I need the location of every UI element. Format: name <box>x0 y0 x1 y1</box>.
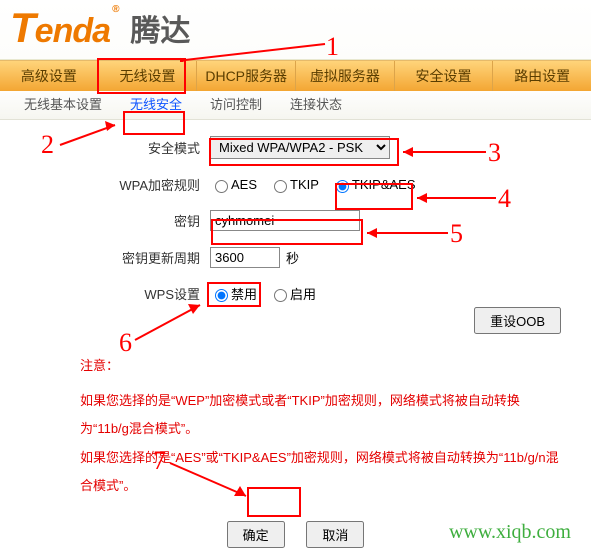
renew-unit: 秒 <box>286 248 299 267</box>
key-input[interactable] <box>210 210 360 231</box>
sub-nav: 无线基本设置 无线安全 访问控制 连接状态 <box>0 91 591 120</box>
ok-button[interactable]: 确定 <box>227 521 285 548</box>
subnav-status[interactable]: 连接状态 <box>276 91 356 119</box>
subnav-access[interactable]: 访问控制 <box>196 91 276 119</box>
notes-p1: 如果您选择的是“WEP”加密模式或者“TKIP”加密规则，网络模式将被自动转换为… <box>80 387 563 444</box>
wps-disable[interactable]: 禁用 <box>210 284 257 303</box>
security-mode-select[interactable]: Mixed WPA/WPA2 - PSK <box>210 136 390 159</box>
cancel-button[interactable]: 取消 <box>306 521 364 548</box>
nav-security[interactable]: 安全设置 <box>395 61 494 91</box>
wpa-aes[interactable]: AES <box>210 177 257 193</box>
wpa-rule-group: AES TKIP TKIP&AES <box>210 177 424 193</box>
wps-group: 禁用 启用 <box>210 284 324 303</box>
wpa-tkipaes[interactable]: TKIP&AES <box>331 177 416 193</box>
logo: Tenda® 腾达 <box>10 4 591 52</box>
nav-virtual-server[interactable]: 虚拟服务器 <box>296 61 395 91</box>
nav-routing[interactable]: 路由设置 <box>493 61 591 91</box>
nav-advanced[interactable]: 高级设置 <box>0 61 99 91</box>
wpa-tkip[interactable]: TKIP <box>269 177 319 193</box>
logo-text: Tenda® <box>10 4 118 52</box>
notes-title: 注意： <box>80 352 563 381</box>
notes: 注意： 如果您选择的是“WEP”加密模式或者“TKIP”加密规则，网络模式将被自… <box>0 352 591 511</box>
form-area: 安全模式 Mixed WPA/WPA2 - PSK WPA加密规则 AES TK… <box>0 120 591 352</box>
reset-oob-button[interactable]: 重设OOB <box>474 307 561 334</box>
logo-cn: 腾达 <box>130 6 190 50</box>
header: Tenda® 腾达 <box>0 0 591 60</box>
nav-wireless[interactable]: 无线设置 <box>99 61 198 91</box>
label-key: 密钥 <box>10 211 210 230</box>
wps-enable[interactable]: 启用 <box>269 284 316 303</box>
label-wps: WPS设置 <box>10 284 210 303</box>
subnav-basic[interactable]: 无线基本设置 <box>10 91 116 119</box>
main-nav: 高级设置 无线设置 DHCP服务器 虚拟服务器 安全设置 路由设置 <box>0 60 591 91</box>
label-security-mode: 安全模式 <box>10 138 210 157</box>
label-wpa-rule: WPA加密规则 <box>10 175 210 194</box>
notes-p2: 如果您选择的是“AES”或“TKIP&AES”加密规则，网络模式将被自动转换为“… <box>80 444 563 501</box>
subnav-security[interactable]: 无线安全 <box>116 91 196 119</box>
label-renew: 密钥更新周期 <box>10 248 210 267</box>
renew-input[interactable] <box>210 247 280 268</box>
watermark: www.xiqb.com <box>449 521 571 544</box>
nav-dhcp[interactable]: DHCP服务器 <box>197 61 296 91</box>
